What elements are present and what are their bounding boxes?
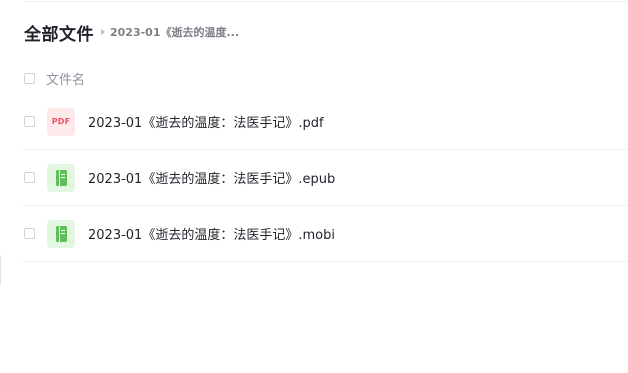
file-row-checkbox[interactable] [24,116,35,127]
ebook-file-icon [47,219,75,248]
select-all-checkbox[interactable] [24,72,35,84]
file-row-checkbox[interactable] [24,172,35,183]
file-browser: 全部文件 2023-01《逝去的温度... 文件名 PDF 2023-01《逝去… [0,0,628,373]
top-divider [24,1,628,2]
list-header: 文件名 [24,66,85,90]
pdf-file-icon: PDF [47,107,75,136]
file-name[interactable]: 2023-01《逝去的温度：法医手记》.pdf [88,112,324,131]
file-row-pdf[interactable]: PDF 2023-01《逝去的温度：法医手记》.pdf [22,94,628,150]
breadcrumb-separator-icon [101,29,105,35]
file-row-checkbox[interactable] [24,228,35,239]
file-row-mobi[interactable]: 2023-01《逝去的温度：法医手记》.mobi [22,206,628,262]
ebook-file-icon [47,163,75,192]
file-name[interactable]: 2023-01《逝去的温度：法医手记》.epub [88,168,335,187]
file-row-epub[interactable]: 2023-01《逝去的温度：法医手记》.epub [22,150,628,206]
breadcrumb-current-folder: 2023-01《逝去的温度... [110,26,240,39]
book-icon [55,169,67,186]
file-name[interactable]: 2023-01《逝去的温度：法医手记》.mobi [88,224,335,243]
left-edge-divider [0,255,1,285]
pdf-icon-label: PDF [51,117,71,126]
breadcrumb-root-all-files[interactable]: 全部文件 [24,20,94,45]
breadcrumb: 全部文件 2023-01《逝去的温度... [24,19,239,45]
book-icon [55,225,67,242]
column-header-file-name: 文件名 [46,72,86,88]
